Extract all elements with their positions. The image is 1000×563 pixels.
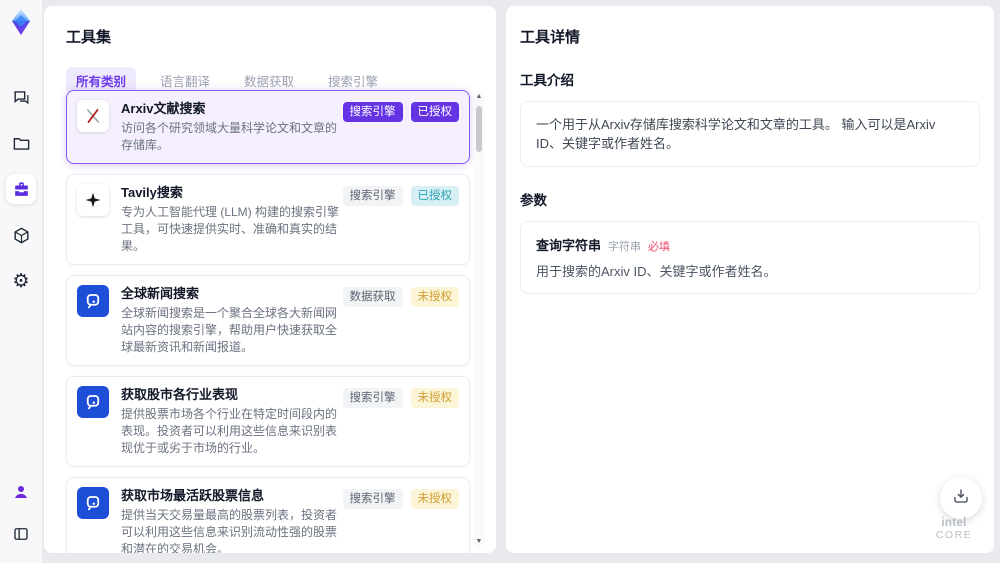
intro-box: 一个用于从Arxiv存储库搜索科学论文和文章的工具。 输入可以是Arxiv ID… [520, 101, 980, 167]
status-badge: 已授权 [410, 102, 459, 122]
download-icon [952, 487, 970, 510]
chat-icon [12, 88, 31, 107]
tool-description: 提供股票市场各个行业在特定时间段内的表现。投资者可以利用这些信息来识别表现优于或… [121, 407, 338, 455]
sidebar-item-chat[interactable] [6, 82, 36, 112]
tool-name: Tavily搜索 [121, 185, 183, 200]
gear-icon: ⚙ [12, 270, 30, 292]
tavily-logo-icon [77, 184, 109, 216]
tool-list: Arxiv文献搜索 访问各个研究领域大量科学论文和文章的存储库。 搜索引擎 已授… [66, 90, 470, 553]
tool-card-active-stocks[interactable]: 获取市场最活跃股票信息 提供当天交易量最高的股票列表，投资者可以利用这些信息来识… [66, 477, 470, 553]
page-title: 工具集 [66, 29, 112, 46]
scrollbar-track[interactable] [474, 92, 484, 547]
category-badge: 搜索引擎 [342, 102, 403, 122]
scrollbar-thumb[interactable] [476, 106, 482, 152]
tool-name: 获取市场最活跃股票信息 [121, 488, 265, 503]
param-required-badge: 必填 [648, 241, 671, 253]
tool-details-panel: 工具详情 工具介绍 一个用于从Arxiv存储库搜索科学论文和文章的工具。 输入可… [506, 6, 994, 553]
tool-description: 提供当天交易量最高的股票列表，投资者可以利用这些信息来识别流动性强的股票和潜在的… [121, 508, 338, 553]
toolbox-icon [12, 180, 31, 199]
intro-text: 一个用于从Arxiv存储库搜索科学论文和文章的工具。 输入可以是Arxiv ID… [536, 117, 936, 151]
category-badge: 搜索引擎 [342, 489, 403, 509]
folder-icon [12, 134, 31, 153]
scroll-up-icon[interactable]: ▲ [474, 92, 484, 102]
toolset-panel: 工具集 所有类别 语言翻译 数据获取 搜索引擎 Arxiv文献搜索 访问各个研究… [44, 6, 496, 553]
list-scrollbar[interactable]: ▲ ▼ [474, 92, 484, 547]
intel-core-logo: intel CORE [924, 517, 984, 541]
app-logo-icon [5, 6, 37, 38]
user-avatar[interactable] [6, 477, 36, 507]
tool-name: Arxiv文献搜索 [121, 101, 206, 116]
arxiv-logo-icon [77, 100, 109, 132]
sidebar-item-models[interactable] [6, 220, 36, 250]
status-badge: 未授权 [410, 388, 459, 408]
status-badge: 未授权 [410, 287, 459, 307]
stock-app-logo-icon [77, 386, 109, 418]
param-name: 查询字符串 [536, 238, 602, 253]
tool-card-arxiv[interactable]: Arxiv文献搜索 访问各个研究领域大量科学论文和文章的存储库。 搜索引擎 已授… [66, 90, 470, 164]
tool-description: 专为人工智能代理 (LLM) 构建的搜索引擎工具，可快速提供实时、准确和真实的结… [121, 205, 340, 253]
category-badge: 数据获取 [342, 287, 403, 307]
tool-card-tavily[interactable]: Tavily搜索 专为人工智能代理 (LLM) 构建的搜索引擎工具，可快速提供实… [66, 174, 470, 265]
tool-name: 全球新闻搜索 [121, 286, 200, 301]
collapse-panel-icon[interactable] [6, 519, 36, 549]
status-badge: 未授权 [410, 489, 459, 509]
tool-name: 获取股市各行业表现 [121, 387, 239, 402]
tool-card-global-news[interactable]: 全球新闻搜索 全球新闻搜索是一个聚合全球各大新闻网站内容的搜索引擎，帮助用户快速… [66, 275, 470, 366]
category-badge: 搜索引擎 [342, 186, 403, 206]
params-heading: 参数 [520, 193, 547, 208]
status-badge: 已授权 [410, 186, 459, 206]
intel-wordmark: intel [941, 517, 967, 529]
sidebar-item-toolbox[interactable] [6, 174, 36, 204]
download-button[interactable] [940, 477, 982, 519]
tool-card-sector-performance[interactable]: 获取股市各行业表现 提供股票市场各个行业在特定时间段内的表现。投资者可以利用这些… [66, 376, 470, 467]
tool-description: 访问各个研究领域大量科学论文和文章的存储库。 [121, 121, 338, 152]
sidebar-item-settings[interactable]: ⚙ [6, 266, 36, 296]
stock-app-logo-icon [77, 487, 109, 519]
intro-heading: 工具介绍 [520, 73, 574, 88]
sidebar-item-files[interactable] [6, 128, 36, 158]
details-title: 工具详情 [520, 29, 581, 46]
core-wordmark: CORE [935, 529, 973, 541]
news-app-logo-icon [77, 285, 109, 317]
param-type: 字符串 [608, 241, 642, 253]
tool-description: 全球新闻搜索是一个聚合全球各大新闻网站内容的搜索引擎，帮助用户快速获取全球最新资… [121, 306, 338, 354]
category-badge: 搜索引擎 [342, 388, 403, 408]
scroll-down-icon[interactable]: ▼ [474, 537, 484, 547]
app-sidebar: ⚙ [0, 0, 42, 563]
param-box: 查询字符串 字符串 必填 用于搜索的Arxiv ID、关键字或作者姓名。 [520, 221, 980, 294]
cube-icon [12, 226, 31, 245]
param-description: 用于搜索的Arxiv ID、关键字或作者姓名。 [536, 264, 777, 279]
